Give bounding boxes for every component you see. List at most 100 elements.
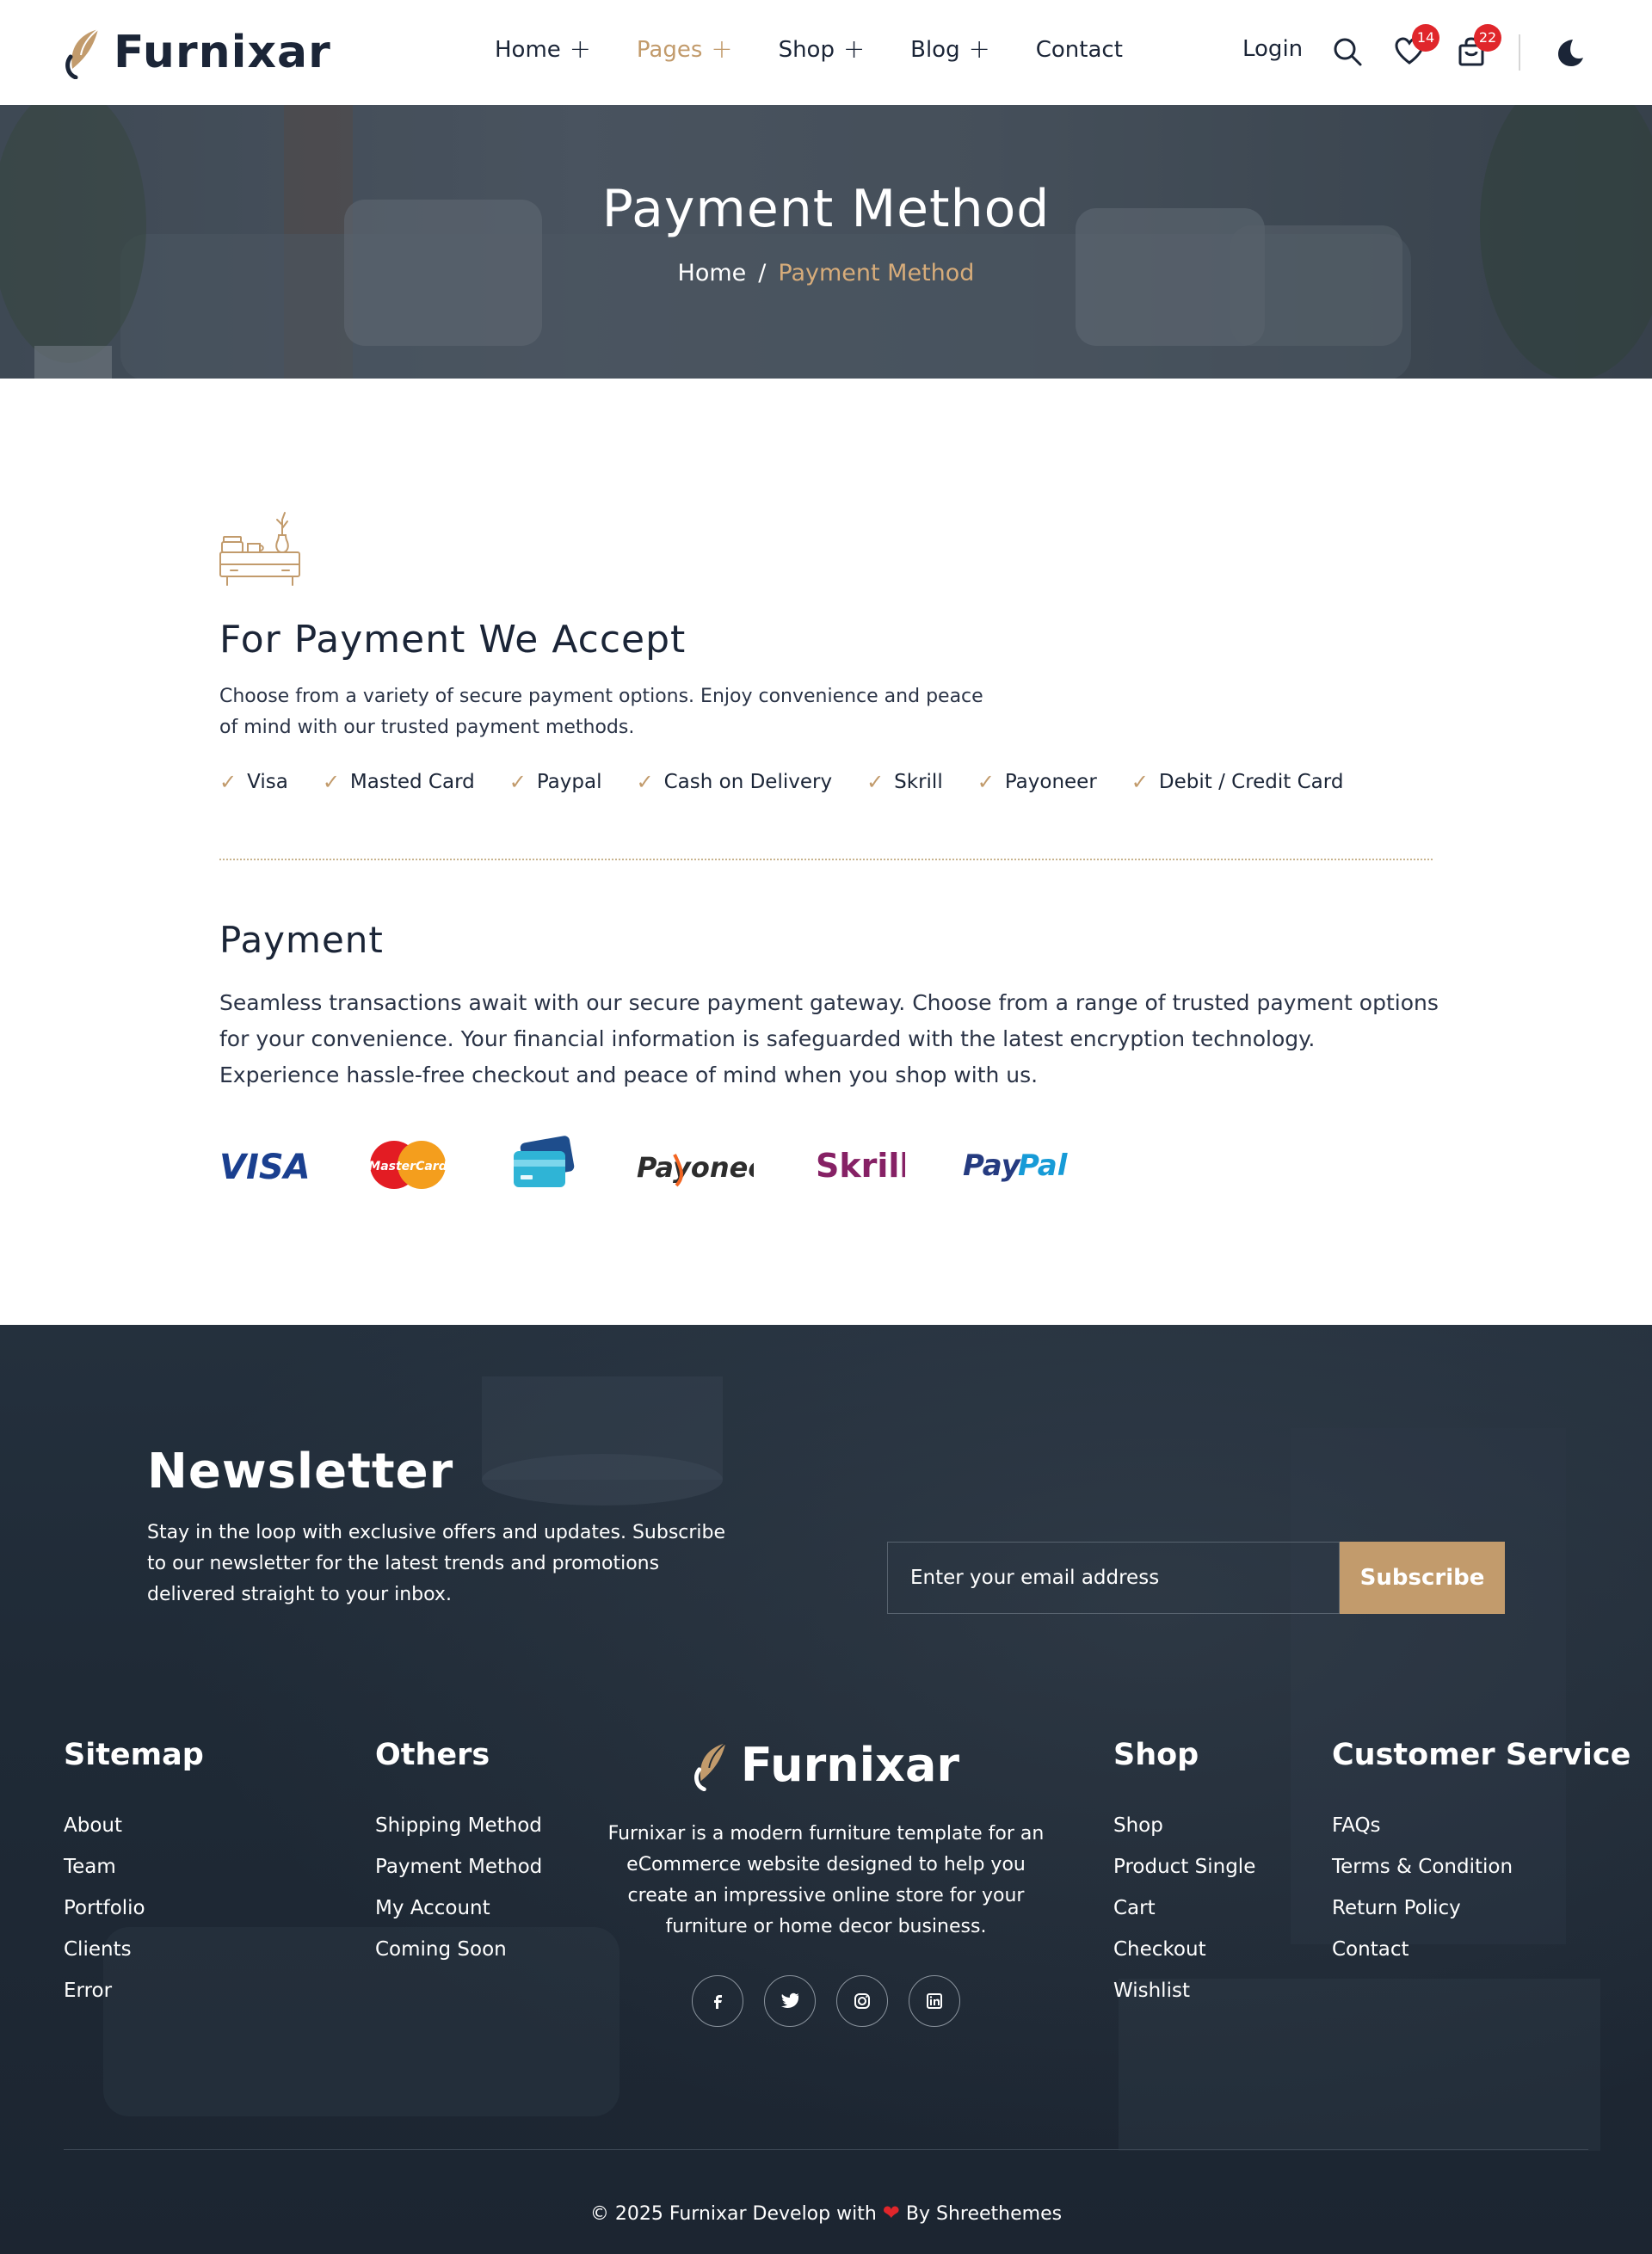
newsletter-text: Stay in the loop with exclusive offers a… — [147, 1522, 726, 1605]
nav-blog[interactable]: Blog + — [910, 34, 990, 65]
nav-contact-label: Contact — [1035, 36, 1123, 63]
footer-link[interactable]: Error — [64, 1970, 204, 2011]
check-icon: ✓ — [866, 770, 885, 794]
wishlist-count-badge: 14 — [1412, 24, 1439, 52]
check-icon: ✓ — [322, 770, 340, 794]
footer-link[interactable]: Checkout — [1113, 1929, 1255, 1970]
leaf-logo-icon — [65, 28, 99, 79]
method-label: Paypal — [536, 771, 602, 793]
footer-link[interactable]: Team — [64, 1846, 204, 1888]
facebook-link[interactable] — [692, 1974, 743, 2027]
main-nav: Home + Pages + Shop + Blog + Contact — [495, 34, 1168, 65]
check-icon: ✓ — [509, 770, 527, 794]
payment-description: Seamless transactions await with our sec… — [219, 990, 1439, 1087]
nav-home[interactable]: Home + — [495, 34, 591, 65]
method-item: ✓ Visa — [219, 770, 288, 794]
visa-logo-text: VISA — [219, 1148, 309, 1187]
subscribe-button[interactable]: Subscribe — [1340, 1542, 1505, 1614]
footer-others: Others Shipping Method Payment Method My… — [375, 1738, 542, 1970]
copyright-left: © 2025 Furnixar Develop with — [589, 2203, 877, 2225]
footer-sitemap-title: Sitemap — [64, 1738, 204, 1772]
nav-pages[interactable]: Pages + — [637, 34, 733, 65]
footer-shop-title: Shop — [1113, 1738, 1199, 1772]
footer-sitemap: Sitemap About Team Portfolio Clients Err… — [64, 1738, 204, 2011]
payoneer-logo: Payoneer — [637, 1151, 754, 1187]
accept-heading: For Payment We Accept — [219, 618, 687, 662]
method-label: Visa — [247, 771, 288, 793]
method-label: Masted Card — [349, 771, 475, 793]
brand-name: Furnixar — [114, 27, 331, 78]
footer-link[interactable]: Clients — [64, 1929, 204, 1970]
footer-link[interactable]: About — [64, 1805, 204, 1846]
linkedin-icon — [927, 1992, 942, 2009]
social-links — [594, 1974, 1058, 2027]
mastercard-logo-text: MasterCard — [368, 1160, 447, 1173]
instagram-icon — [854, 1992, 870, 2009]
breadcrumb-home[interactable]: Home — [678, 260, 747, 286]
footer-link[interactable]: Portfolio — [64, 1888, 204, 1929]
method-item: ✓ Skrill — [866, 770, 943, 794]
footer-link[interactable]: Terms & Condition — [1332, 1846, 1630, 1888]
footer-link[interactable]: Cart — [1113, 1888, 1255, 1929]
furniture-icon — [219, 512, 300, 586]
cart-count-badge: 22 — [1474, 24, 1501, 52]
header-divider — [1519, 34, 1520, 71]
linkedin-link[interactable] — [909, 1974, 960, 2027]
site-footer: Newsletter Stay in the loop with exclusi… — [0, 1325, 1652, 2254]
check-icon: ✓ — [977, 770, 995, 794]
footer-link[interactable]: Return Policy — [1332, 1888, 1630, 1929]
footer-divider — [64, 2149, 1588, 2150]
plus-icon: + — [842, 34, 866, 65]
twitter-link[interactable] — [764, 1974, 816, 2027]
footer-link[interactable]: Product Single — [1113, 1846, 1255, 1888]
moon-icon[interactable] — [1554, 37, 1585, 68]
paypal-logo: Pay Pal — [963, 1149, 1069, 1183]
method-item: ✓ Cash on Delivery — [636, 770, 832, 794]
footer-link[interactable]: My Account — [375, 1888, 542, 1929]
brand-logo[interactable]: Furnixar — [64, 26, 331, 79]
visa-logo: VISA — [219, 1148, 309, 1187]
instagram-link[interactable] — [836, 1974, 888, 2027]
breadcrumb-separator: / — [758, 260, 767, 286]
footer-customer-service: Customer Service FAQs Terms & Condition … — [1332, 1738, 1630, 1970]
heart-icon: ❤ — [882, 2201, 900, 2225]
page-hero: Payment Method Home / Payment Method — [0, 105, 1652, 379]
footer-link[interactable]: Contact — [1332, 1929, 1630, 1970]
payoneer-logo-text: Payoneer — [637, 1151, 754, 1184]
check-icon: ✓ — [1131, 770, 1149, 794]
nav-shop-label: Shop — [778, 36, 835, 63]
method-label: Skrill — [894, 771, 943, 793]
footer-link[interactable]: FAQs — [1332, 1805, 1630, 1846]
breadcrumb-current: Payment Method — [778, 260, 975, 286]
nav-shop[interactable]: Shop + — [779, 34, 866, 65]
method-item: ✓ Paypal — [509, 770, 602, 794]
plus-icon: + — [711, 34, 733, 65]
copyright-right: By Shreethemes — [905, 2203, 1063, 2225]
check-icon: ✓ — [636, 770, 654, 794]
nav-pages-label: Pages — [636, 36, 703, 63]
facebook-icon — [714, 1994, 722, 2009]
footer-shop: Shop Shop Product Single Cart Checkout W… — [1113, 1738, 1255, 2011]
footer-link[interactable]: Wishlist — [1113, 1970, 1255, 2011]
footer-link[interactable]: Payment Method — [375, 1846, 542, 1888]
twitter-icon — [781, 1992, 798, 2008]
footer-link[interactable]: Coming Soon — [375, 1929, 542, 1970]
footer-brand-name: Furnixar — [740, 1738, 960, 1792]
mastercard-logo: MasterCard — [368, 1141, 447, 1189]
login-link[interactable]: Login — [1242, 36, 1303, 62]
search-icon[interactable] — [1332, 36, 1363, 67]
hero-overlay — [0, 105, 1652, 379]
footer-service-title: Customer Service — [1332, 1738, 1631, 1772]
newsletter-email-input[interactable] — [887, 1542, 1340, 1614]
method-label: Debit / Credit Card — [1158, 771, 1344, 793]
footer-logo[interactable]: Furnixar — [693, 1738, 959, 1792]
method-item: ✓ Payoneer — [977, 770, 1097, 794]
nav-contact[interactable]: Contact — [1036, 34, 1123, 65]
newsletter-form: Subscribe — [887, 1542, 1505, 1614]
skrill-logo: Skrill — [816, 1147, 905, 1185]
footer-link[interactable]: Shipping Method — [375, 1805, 542, 1846]
method-label: Cash on Delivery — [663, 771, 833, 793]
footer-others-title: Others — [375, 1738, 490, 1772]
leaf-logo-icon — [693, 1741, 726, 1791]
footer-link[interactable]: Shop — [1113, 1805, 1255, 1846]
